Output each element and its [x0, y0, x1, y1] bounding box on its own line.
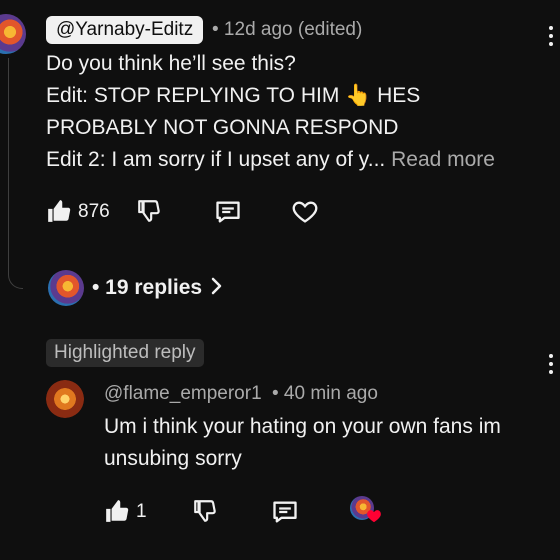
reply-more-options-icon[interactable] — [548, 354, 554, 378]
comment-icon — [271, 498, 299, 526]
heart-button[interactable] — [291, 198, 319, 226]
heart-outline-icon — [291, 198, 319, 226]
reply-reply-button[interactable] — [271, 498, 299, 526]
thumbs-up-icon — [104, 498, 130, 524]
comment-meta: • 12d ago (edited) — [212, 19, 363, 40]
creator-heart-badge — [350, 496, 384, 526]
thumbs-down-icon — [136, 198, 162, 224]
like-button[interactable] — [46, 198, 72, 224]
heart-icon — [366, 508, 382, 528]
replies-count: • 19 replies — [92, 276, 203, 299]
reply-like-count: 1 — [136, 501, 147, 522]
reply-line-2: unsubing sorry — [104, 447, 242, 470]
author-avatar[interactable] — [0, 14, 26, 54]
reply-line-1: Um i think your hating on your own fans … — [104, 415, 501, 438]
dislike-button[interactable] — [136, 198, 162, 224]
thumbs-down-icon — [192, 498, 218, 524]
comment-line-4: Edit 2: I am sorry if I upset any of y..… — [46, 144, 495, 176]
reply-button[interactable] — [214, 198, 242, 226]
replier-avatar — [48, 270, 84, 306]
author-handle-chip[interactable]: @Yarnaby-Editz — [46, 16, 204, 44]
highlighted-reply-badge: Highlighted reply — [46, 339, 204, 367]
like-count: 876 — [78, 201, 110, 222]
thumbs-up-icon — [46, 198, 72, 224]
chevron-right-icon — [210, 276, 224, 301]
reply-author-avatar[interactable] — [46, 380, 84, 418]
comment-text-truncated: Edit 2: I am sorry if I upset any of y..… — [46, 148, 386, 171]
comment-line-1: Do you think he’ll see this? — [46, 52, 296, 75]
reply-dislike-button[interactable] — [192, 498, 218, 524]
more-options-icon[interactable] — [548, 26, 554, 50]
thread-connector-line — [8, 58, 23, 289]
reply-like-button[interactable] — [104, 498, 130, 524]
comment-icon — [214, 198, 242, 226]
reply-meta: • 40 min ago — [272, 383, 378, 404]
view-replies-button[interactable]: • 19 replies — [48, 268, 224, 308]
comment-line-2: Edit: STOP REPLYING TO HIM 👆 HES — [46, 84, 421, 107]
read-more-link[interactable]: Read more — [391, 148, 495, 171]
reply-author-handle[interactable]: @flame_emperor1 — [104, 380, 262, 408]
comment-line-3: PROBABLY NOT GONNA RESPOND — [46, 116, 399, 139]
